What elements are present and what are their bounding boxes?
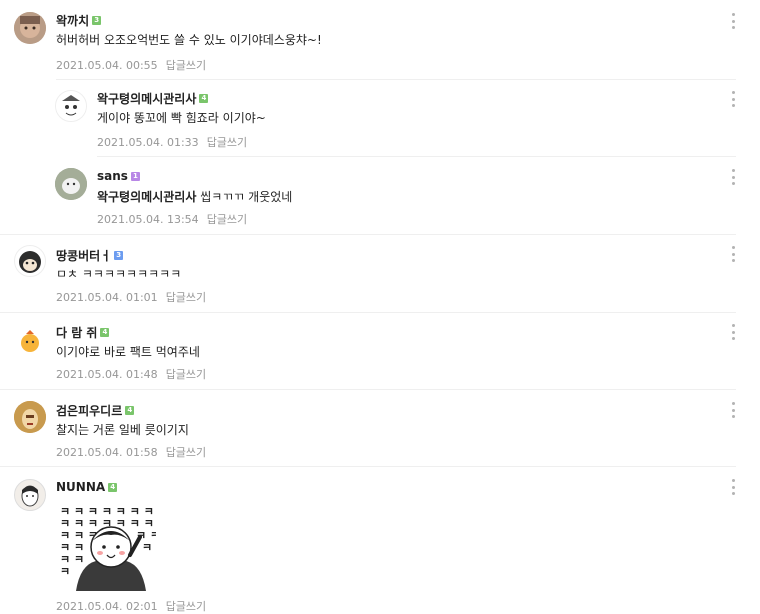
divider — [0, 234, 736, 235]
reply-button[interactable]: 답글쓰기 — [166, 446, 206, 459]
more-options-icon[interactable] — [728, 478, 738, 496]
member-level-badge: 3 — [114, 251, 124, 260]
reply-button[interactable]: 답글쓰기 — [166, 368, 206, 381]
avatar[interactable] — [55, 168, 87, 200]
svg-text:ㅋ: ㅋ — [60, 565, 70, 578]
comment-text: 찰지는 거론 일베 릇이기지 — [56, 423, 189, 437]
more-options-icon[interactable] — [728, 12, 738, 30]
comment-date: 2021.05.04. 13:54 — [97, 213, 199, 226]
member-level-badge: 4 — [100, 328, 110, 337]
more-options-icon[interactable] — [728, 401, 738, 419]
divider — [97, 156, 736, 157]
comment-text: 허버허버 오조오억번도 쓸 수 있노 이기야데스웅챠~! — [56, 33, 322, 47]
author-nickname[interactable]: 다 람 쥐 — [56, 324, 97, 341]
member-level-badge: 3 — [92, 16, 102, 25]
comment-date: 2021.05.04. 02:01 — [56, 600, 158, 613]
comment-text: 이기야로 바로 팩트 먹여주네 — [56, 345, 200, 359]
author-nickname[interactable]: NUNNA — [56, 480, 105, 494]
mention[interactable]: 왁구텽의메시관리사 — [97, 190, 196, 204]
reply-button[interactable]: 답글쓰기 — [207, 213, 247, 226]
more-options-icon[interactable] — [728, 168, 738, 186]
reply-button[interactable]: 답글쓰기 — [166, 59, 206, 72]
divider — [56, 79, 736, 80]
comment-text: ㅁㅊ ㅋㅋㅋㅋㅋㅋㅋㅋㅋ — [56, 267, 182, 281]
comment-text: 왁구텽의메시관리사 씹ㅋㄲㄲ 개웃었네 — [97, 188, 292, 205]
reply-button[interactable]: 답글쓰기 — [166, 600, 206, 613]
divider — [0, 466, 736, 467]
reply-button[interactable]: 답글쓰기 — [207, 136, 247, 149]
author-nickname[interactable]: 땅콩버터ㅓ — [56, 247, 111, 264]
author-nickname[interactable]: 왁까치 — [56, 12, 89, 29]
comment-date: 2021.05.04. 00:55 — [56, 59, 158, 72]
reply-button[interactable]: 답글쓰기 — [166, 291, 206, 304]
comment-body: 씹ㅋㄲㄲ 개웃었네 — [196, 190, 293, 204]
sticker-image: ㅋ ㅋ ㅋ ㅋ ㅋ ㅋ ㅋ ㅋ ㅋ ㅋ ㅋ ㅋ ㅋ ㅋ ㅋ ㅋ ㅋ ㅋ ㅋ ㅋ … — [56, 503, 168, 593]
comment-date: 2021.05.04. 01:48 — [56, 368, 158, 381]
comment-date: 2021.05.04. 01:58 — [56, 446, 158, 459]
author-nickname[interactable]: 검은피우디르 — [56, 402, 122, 419]
more-options-icon[interactable] — [728, 90, 738, 108]
divider — [0, 389, 736, 390]
comment-text: 게이야 똥꼬에 빡 힘죠라 이기야~ — [97, 111, 266, 125]
avatar[interactable] — [14, 12, 46, 44]
comment-date: 2021.05.04. 01:01 — [56, 291, 158, 304]
author-nickname[interactable]: sans — [97, 169, 128, 183]
member-level-badge: 4 — [125, 406, 135, 415]
author-nickname[interactable]: 왁구텽의메시관리사 — [97, 90, 196, 107]
svg-text:ㅋ: ㅋ — [142, 541, 152, 554]
member-level-badge: 4 — [108, 482, 118, 492]
avatar[interactable] — [14, 325, 46, 357]
divider — [0, 312, 736, 313]
avatar[interactable] — [55, 90, 87, 122]
avatar[interactable] — [14, 245, 46, 277]
avatar[interactable] — [14, 479, 46, 511]
more-options-icon[interactable] — [728, 245, 738, 263]
avatar[interactable] — [14, 401, 46, 433]
more-options-icon[interactable] — [728, 323, 738, 341]
member-level-badge: 1 — [130, 171, 140, 181]
member-level-badge: 4 — [199, 94, 209, 103]
comment-date: 2021.05.04. 01:33 — [97, 136, 199, 149]
